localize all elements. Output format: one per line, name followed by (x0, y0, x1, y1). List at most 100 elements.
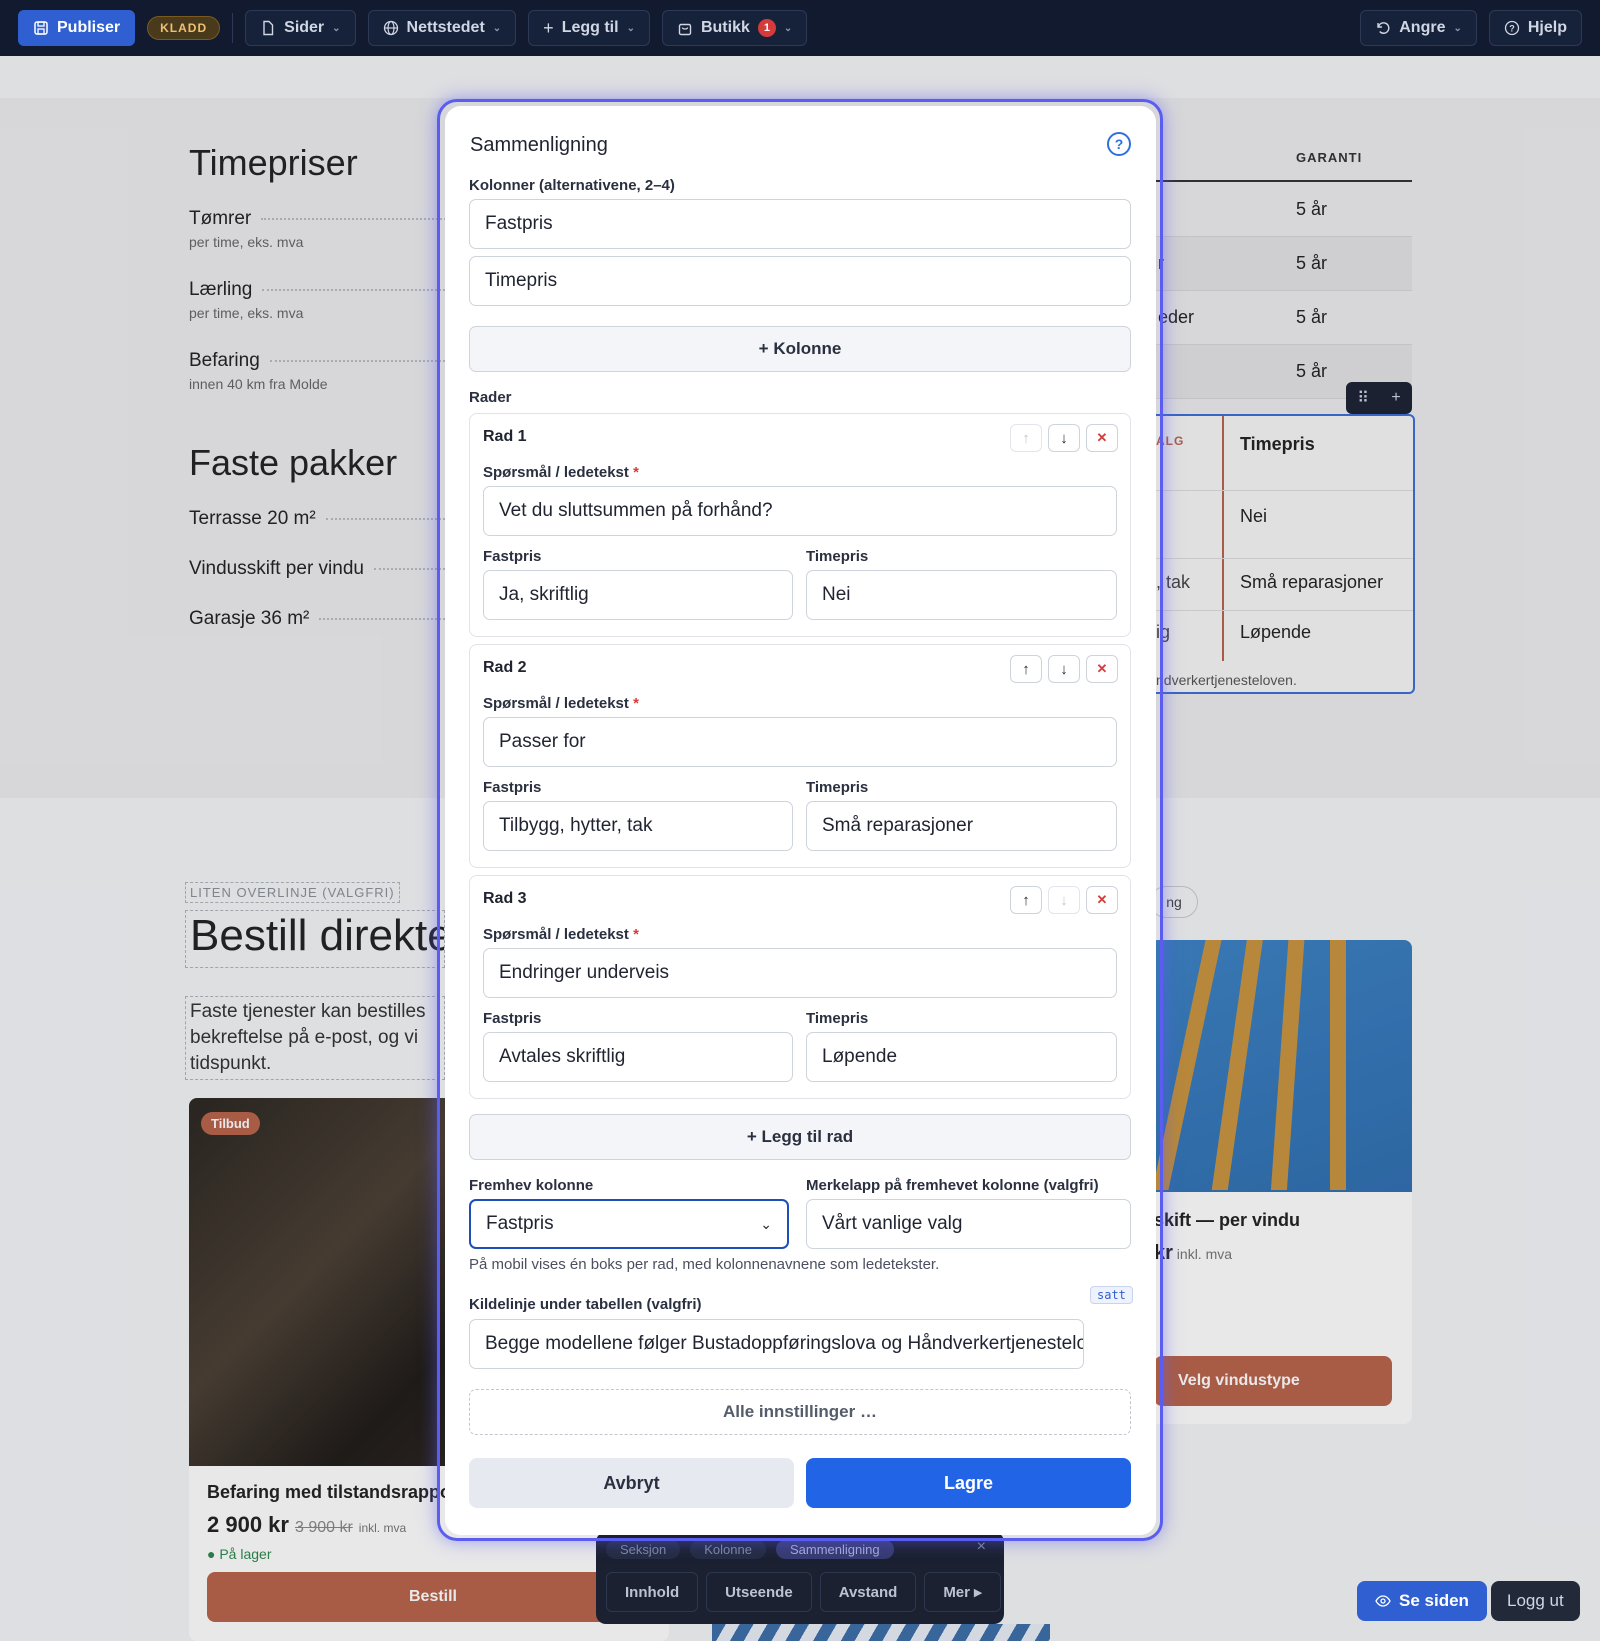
column-input-1[interactable]: Fastpris (469, 199, 1131, 249)
comparison-dialog: Sammenligning ? Kolonner (alternativene,… (445, 106, 1156, 1535)
dock-tab-comparison[interactable]: Sammenligning (775, 1540, 894, 1559)
arrow-down-icon[interactable]: ↓ (1048, 886, 1080, 914)
website-menu-button[interactable]: Nettstedet ⌄ (367, 10, 517, 46)
price-item: Tømrer per time, eks. mva (189, 208, 449, 250)
order-heading[interactable]: Bestill direkte (185, 910, 445, 968)
block-editor-dock: Seksjon Kolonne Sammenligning × Innhold … (596, 1532, 1004, 1624)
column-1-label: Fastpris (483, 548, 542, 565)
product-card: skift — per vindu kr inkl. mva Velg vind… (1150, 940, 1412, 1424)
order-button[interactable]: Bestill (207, 1572, 659, 1622)
row-card-2: Rad 2 ↑ ↓ ✕ Spørsmål / ledetekst * Passe… (469, 644, 1131, 868)
arrow-up-icon[interactable]: ↑ (1010, 886, 1042, 914)
question-input[interactable]: Endringer underveis (483, 948, 1117, 998)
add-column-button[interactable]: + Kolonne (469, 326, 1131, 372)
add-menu-button[interactable]: + Legg til ⌄ (528, 10, 650, 46)
delete-row-icon[interactable]: ✕ (1086, 886, 1118, 914)
row-card-1: Rad 1 ↑ ↓ ✕ Spørsmål / ledetekst * Vet d… (469, 413, 1131, 637)
plus-icon[interactable]: + (1391, 389, 1400, 407)
pages-label: Sider (284, 19, 325, 36)
rows-label: Rader (469, 389, 512, 406)
undo-label: Angre (1399, 19, 1446, 36)
pages-menu-button[interactable]: Sider ⌄ (245, 10, 356, 46)
price-item: Lærling per time, eks. mva (189, 279, 449, 321)
column-1-value-input[interactable]: Tilbygg, hytter, tak (483, 801, 793, 851)
svg-text:?: ? (1509, 24, 1515, 34)
offer-badge: Tilbud (201, 1112, 260, 1135)
price-item: Befaring innen 40 km fra Molde (189, 350, 449, 392)
overline-field[interactable]: LITEN OVERLINJE (VALGFRI) (185, 882, 400, 903)
packages-heading: Faste pakker (189, 442, 398, 483)
chevron-down-icon: ⌄ (626, 22, 635, 34)
question-label: Spørsmål / ledetekst * (483, 695, 639, 712)
question-input[interactable]: Passer for (483, 717, 1117, 767)
order-text[interactable]: Faste tjenester kan bestilles bekreftels… (185, 996, 445, 1080)
drag-handle-icon[interactable]: ⠿ (1357, 388, 1369, 408)
arrow-down-icon[interactable]: ↓ (1048, 655, 1080, 683)
column-2-label: Timepris (806, 548, 869, 565)
help-button[interactable]: ? Hjelp (1488, 10, 1582, 46)
product-title: skift — per vindu (1154, 1210, 1301, 1230)
chevron-down-icon: ⌄ (783, 22, 793, 34)
help-circle-icon[interactable]: ? (1107, 132, 1131, 156)
product-title: Befaring med tilstandsrapport (207, 1482, 465, 1502)
all-settings-button[interactable]: Alle innstillinger … (469, 1389, 1131, 1435)
arrow-down-icon[interactable]: ↓ (1048, 424, 1080, 452)
product-price: 2 900 kr 3 900 kr inkl. mva (207, 1512, 407, 1537)
question-input[interactable]: Vet du sluttsummen på forhånd? (483, 486, 1117, 536)
delete-row-icon[interactable]: ✕ (1086, 655, 1118, 683)
highlight-column-label: Fremhev kolonne (469, 1177, 594, 1194)
column-1-label: Fastpris (483, 1010, 542, 1027)
column-2-label: Timepris (806, 1010, 869, 1027)
column-2-value-input[interactable]: Små reparasjoner (806, 801, 1117, 851)
logout-button[interactable]: Logg ut (1491, 1581, 1580, 1621)
dock-spacing-button[interactable]: Avstand (819, 1572, 917, 1612)
row-card-3: Rad 3 ↑ ↓ ✕ Spørsmål / ledetekst * Endri… (469, 875, 1131, 1099)
undo-icon (1377, 22, 1390, 34)
column-1-label: Fastpris (483, 779, 542, 796)
help-circle-icon: ? (1504, 20, 1520, 36)
chevron-down-icon: ⌄ (1453, 22, 1462, 34)
save-icon (34, 21, 48, 35)
source-line-input[interactable]: Begge modellene følger Bustadoppføringsl… (469, 1319, 1084, 1369)
row-title: Rad 2 (483, 659, 527, 676)
row-title: Rad 1 (483, 428, 527, 445)
publish-button[interactable]: Publiser (18, 10, 136, 46)
chevron-down-icon: ⌄ (332, 22, 341, 34)
mobile-hint-text: På mobil vises én boks per rad, med kolo… (469, 1256, 940, 1273)
dialog-title: Sammenligning (470, 134, 608, 156)
column-1-value-input[interactable]: Ja, skriftlig (483, 570, 793, 620)
arrow-up-icon[interactable]: ↑ (1010, 424, 1042, 452)
shop-count-badge: 1 (757, 19, 776, 37)
save-button[interactable]: Lagre (806, 1458, 1131, 1508)
shop-menu-button[interactable]: Butikk 1 ⌄ (661, 10, 808, 46)
shop-label: Butikk (700, 19, 750, 36)
column-2-label: Timepris (806, 779, 869, 796)
warranty-table-header: GARANTI (1150, 140, 1412, 182)
dock-content-button[interactable]: Innhold (606, 1572, 699, 1612)
column-2-value-input[interactable]: Nei (806, 570, 1117, 620)
delete-row-icon[interactable]: ✕ (1086, 424, 1118, 452)
top-toolbar: Publiser KLADD Sider ⌄ Nettstedet ⌄ + Le… (0, 0, 1600, 56)
dock-appearance-button[interactable]: Utseende (706, 1572, 812, 1612)
chevron-down-icon: ⌄ (760, 1215, 772, 1232)
product-image (712, 1624, 1050, 1641)
choose-window-type-button[interactable]: Velg vindustype (1154, 1356, 1392, 1406)
plus-icon: + (543, 17, 554, 38)
row-title: Rad 3 (483, 890, 527, 907)
column-input-2[interactable]: Timepris (469, 256, 1131, 306)
dock-more-button[interactable]: Mer ▸ (924, 1572, 1001, 1612)
arrow-up-icon[interactable]: ↑ (1010, 655, 1042, 683)
dock-tab-column[interactable]: Kolonne (690, 1540, 766, 1559)
publish-label: Publiser (57, 19, 121, 36)
highlight-badge-input[interactable]: Vårt vanlige valg (806, 1199, 1131, 1249)
undo-button[interactable]: Angre ⌄ (1360, 10, 1477, 46)
view-site-button[interactable]: Se siden (1357, 1581, 1487, 1621)
comparison-block-preview[interactable]: ALG Timepris Nei , tak Små reparasjoner … (1150, 414, 1415, 694)
dock-tab-section[interactable]: Seksjon (606, 1540, 681, 1559)
add-row-button[interactable]: + Legg til rad (469, 1114, 1131, 1160)
highlight-column-select[interactable]: Fastpris ⌄ (469, 1199, 789, 1249)
product-image (1150, 940, 1412, 1192)
column-2-value-input[interactable]: Løpende (806, 1032, 1117, 1082)
column-1-value-input[interactable]: Avtales skriftlig (483, 1032, 793, 1082)
cancel-button[interactable]: Avbryt (469, 1458, 794, 1508)
